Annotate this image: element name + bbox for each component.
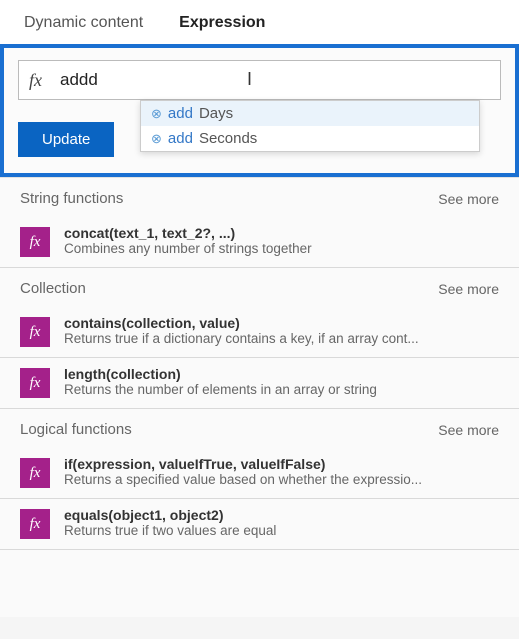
function-description: Returns true if a dictionary contains a … (64, 331, 499, 346)
autocomplete-match: add (168, 130, 193, 147)
function-text: length(collection)Returns the number of … (64, 366, 499, 397)
category-header: Collection See more (0, 268, 519, 307)
function-description: Combines any number of strings together (64, 241, 499, 256)
see-more-link[interactable]: See more (438, 281, 499, 297)
autocomplete-item[interactable]: ⊗ add Days (141, 101, 479, 126)
fx-badge-icon: fx (20, 227, 50, 257)
fx-badge-icon: fx (20, 317, 50, 347)
function-text: if(expression, valueIfTrue, valueIfFalse… (64, 456, 499, 487)
method-icon: ⊗ (151, 131, 162, 147)
function-item[interactable]: fx if(expression, valueIfTrue, valueIfFal… (0, 448, 519, 499)
update-button[interactable]: Update (18, 122, 114, 157)
see-more-link[interactable]: See more (438, 422, 499, 438)
function-signature: if(expression, valueIfTrue, valueIfFalse… (64, 456, 499, 472)
function-signature: equals(object1, object2) (64, 507, 499, 523)
function-item[interactable]: fx concat(text_1, text_2?, ...)Combines a… (0, 217, 519, 268)
expression-input-row: fx I (18, 60, 501, 100)
category-title: String functions (20, 190, 123, 207)
category-title: Logical functions (20, 421, 132, 438)
function-item[interactable]: fx equals(object1, object2)Returns true i… (0, 499, 519, 550)
expression-input[interactable] (60, 70, 490, 90)
fx-badge-icon: fx (20, 368, 50, 398)
function-text: equals(object1, object2)Returns true if … (64, 507, 499, 538)
category-title: Collection (20, 280, 86, 297)
function-description: Returns a specified value based on wheth… (64, 472, 499, 487)
function-description: Returns true if two values are equal (64, 523, 499, 538)
function-text: concat(text_1, text_2?, ...)Combines any… (64, 225, 499, 256)
fx-icon: fx (29, 70, 42, 91)
function-description: Returns the number of elements in an arr… (64, 382, 499, 397)
method-icon: ⊗ (151, 106, 162, 122)
category-header: String functions See more (0, 178, 519, 217)
tab-expression[interactable]: Expression (179, 14, 265, 32)
function-signature: length(collection) (64, 366, 499, 382)
tab-bar: Dynamic content Expression (0, 0, 519, 44)
fx-badge-icon: fx (20, 458, 50, 488)
autocomplete-popup: ⊗ add Days ⊗ add Seconds (140, 100, 480, 152)
category-header: Logical functions See more (0, 409, 519, 448)
expression-editor-block: fx I ⊗ add Days ⊗ add Seconds Update (0, 44, 519, 177)
see-more-link[interactable]: See more (438, 191, 499, 207)
tab-dynamic-content[interactable]: Dynamic content (24, 14, 143, 32)
autocomplete-rest: Days (199, 105, 233, 122)
function-text: contains(collection, value)Returns true … (64, 315, 499, 346)
function-item[interactable]: fx length(collection)Returns the number o… (0, 358, 519, 409)
autocomplete-item[interactable]: ⊗ add Seconds (141, 126, 479, 151)
autocomplete-match: add (168, 105, 193, 122)
function-signature: concat(text_1, text_2?, ...) (64, 225, 499, 241)
fx-badge-icon: fx (20, 509, 50, 539)
autocomplete-rest: Seconds (199, 130, 257, 147)
function-item[interactable]: fx contains(collection, value)Returns tru… (0, 307, 519, 358)
function-list[interactable]: String functions See more fx concat(text_1,… (0, 177, 519, 617)
function-signature: contains(collection, value) (64, 315, 499, 331)
